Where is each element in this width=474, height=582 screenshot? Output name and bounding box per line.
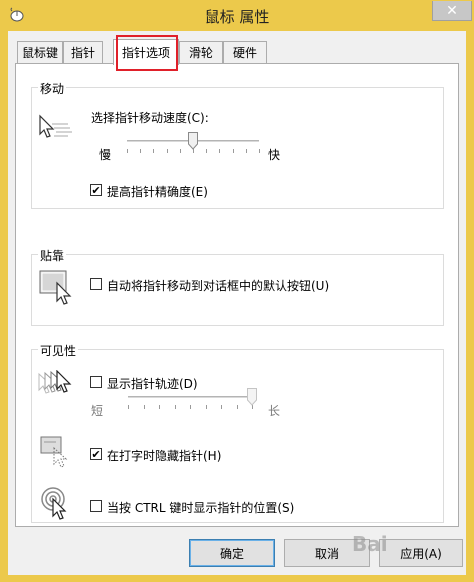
visibility-group: 可见性 显示指针轨迹(D) 短 长 ✔ 在打字时隐藏指针(H) 当按 CTRL … [31,342,444,523]
slider-tick [237,405,238,409]
checkmark-icon: ✔ [91,183,101,197]
slider-track [128,396,252,399]
precision-checkbox[interactable]: ✔ [90,184,102,196]
slider-tick [219,149,220,153]
motion-group: 移动 选择指针移动速度(C): 慢 快 ✔ 提高指针精确度(E) [31,80,444,209]
cancel-button[interactable]: 取消 [284,539,370,567]
trails-label: 显示指针轨迹(D) [107,377,198,391]
ok-button[interactable]: 确定 [189,539,275,567]
apply-button[interactable]: 应用(A) [379,539,463,567]
visibility-group-title: 可见性 [38,342,79,359]
slider-tick [206,149,207,153]
ctrl-locate-checkbox[interactable] [90,500,102,512]
checkmark-icon: ✔ [91,447,101,461]
slow-label: 慢 [99,148,112,162]
snap-to-button-icon [39,270,72,305]
slider-tick [246,149,247,153]
apply-button-label: 应用(A) [400,546,442,561]
snap-checkbox[interactable] [90,278,102,290]
snap-group-title: 贴靠 [38,247,67,264]
cancel-button-label: 取消 [314,546,339,561]
tab-wheel[interactable]: 滑轮 [179,41,223,63]
tab-pointer-options[interactable]: 指针选项 [113,39,179,65]
tab-label: 指针 [70,46,95,60]
slider-tick [128,405,129,409]
slider-tick [167,149,168,153]
slider-tick [180,149,181,153]
tab-label: 鼠标键 [21,46,58,60]
ok-button-label: 确定 [219,546,244,561]
slider-tick [190,405,191,409]
slider-tick [153,149,154,153]
slider-tick [221,405,222,409]
tab-label: 滑轮 [188,46,213,60]
slider-tick [233,149,234,153]
ctrl-locate-icon [41,487,67,520]
motion-group-title: 移动 [38,80,67,97]
short-label: 短 [91,404,104,418]
slider-thumb[interactable] [247,388,257,406]
pointer-speed-icon [39,114,72,138]
tab-label: 硬件 [232,46,257,60]
speed-label: 选择指针移动速度(C): [91,111,209,125]
slider-tick [127,149,128,153]
slider-thumb[interactable] [188,132,198,150]
slider-tick [175,405,176,409]
tab-pointers[interactable]: 指针 [63,41,103,63]
title-bar[interactable]: 鼠标 属性 ✕ [0,0,474,30]
close-button[interactable]: ✕ [432,1,472,21]
mouse-properties-window: 鼠标 属性 ✕ 鼠标键 指针 指针选项 滑轮 硬件 移动 选择指针移动速度(C)… [0,0,474,582]
hide-typing-label: 在打字时隐藏指针(H) [107,449,222,463]
snap-group: 贴靠 自动将指针移动到对话框中的默认按钮(U) [31,247,444,326]
tab-hardware[interactable]: 硬件 [223,41,267,63]
snap-label: 自动将指针移动到对话框中的默认按钮(U) [107,279,330,293]
window-title: 鼠标 属性 [204,8,270,26]
close-icon: ✕ [446,2,458,19]
long-label: 长 [268,404,281,418]
dialog-client-area: 鼠标键 指针 指针选项 滑轮 硬件 移动 选择指针移动速度(C): 慢 快 ✔ … [8,31,466,575]
tab-label: 指针选项 [121,46,170,60]
slider-tick [206,405,207,409]
precision-label: 提高指针精确度(E) [107,185,208,199]
trails-checkbox[interactable] [90,376,102,388]
slider-tick [140,149,141,153]
pointer-trails-icon [38,370,72,394]
tab-buttons[interactable]: 鼠标键 [17,41,63,63]
fast-label: 快 [268,148,281,162]
ctrl-locate-label: 当按 CTRL 键时显示指针的位置(S) [107,501,295,515]
hide-typing-checkbox[interactable]: ✔ [90,448,102,460]
slider-tick [259,149,260,153]
hide-while-typing-icon [40,436,68,468]
pointer-options-panel: 移动 选择指针移动速度(C): 慢 快 ✔ 提高指针精确度(E) 贴靠 自动将指… [15,63,459,527]
slider-tick [144,405,145,409]
slider-tick [159,405,160,409]
